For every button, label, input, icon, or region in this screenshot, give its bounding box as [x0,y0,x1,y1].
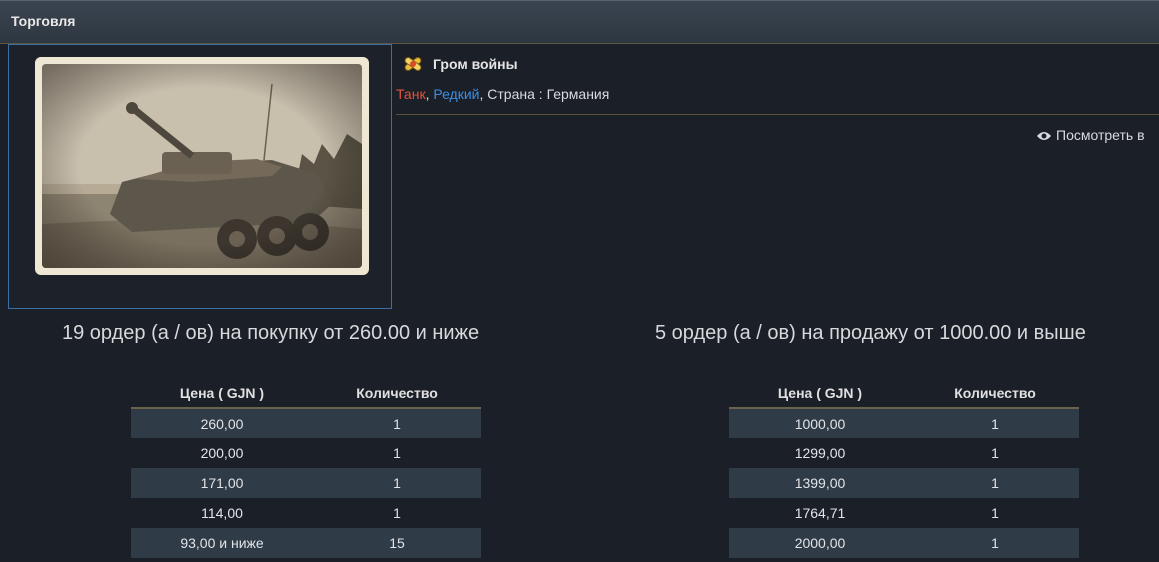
table-header-row: Цена ( GJN ) Количество [131,378,481,409]
table-row: 93,00 и ниже 15 [131,528,481,558]
tag-country: Страна : Германия [487,86,610,102]
buy-orders-table: Цена ( GJN ) Количество 260,00 1 200,00 … [131,378,481,558]
price-cell: 200,00 [200,445,244,461]
table-row: 1000,00 1 [729,408,1079,438]
price-cell: 114,00 [201,505,243,521]
table-row: 1764,71 1 [729,498,1079,528]
sell-orders-heading: 5 ордер (а / ов) на продажу от 1000.00 и… [655,322,1086,344]
table-row: 171,00 1 [131,468,481,498]
price-cell: 171,00 [131,468,313,498]
quantity-cell: 1 [313,468,481,498]
price-column-header: Цена ( GJN ) [131,378,313,409]
quantity-cell: 1 [911,408,1079,438]
price-cell: 1399,00 [729,468,911,498]
buy-orders-heading: 19 ордер (а / ов) на покупку от 260.00 и… [62,322,480,344]
item-header: Гром войны [401,52,518,76]
price-cell: 1299,00 [794,445,846,461]
eye-icon [1036,129,1052,141]
price-cell: 1764,71 [794,505,846,521]
quantity-cell: 1 [393,505,401,521]
quantity-column-header: Количество [911,378,1079,409]
quantity-cell: 1 [991,445,999,461]
sell-orders-table: Цена ( GJN ) Количество 1000,00 1 1299,0… [729,378,1079,558]
quantity-cell: 1 [911,468,1079,498]
table-row: 200,00 1 [131,438,481,468]
item-tags: Танк, Редкий, Страна : Германия [396,86,609,102]
tag-rarity[interactable]: Редкий [433,86,479,102]
crossed-shells-icon [401,52,425,76]
table-row: 2000,00 1 [729,528,1079,558]
quantity-cell: 1 [313,408,481,438]
view-in-label: Посмотреть в [1056,127,1145,143]
table-row: 260,00 1 [131,408,481,438]
price-cell: 260,00 [131,408,313,438]
table-row: 114,00 1 [131,498,481,528]
quantity-cell: 1 [911,528,1079,558]
tag-type[interactable]: Танк [396,86,426,102]
window-title: Торговля [11,13,76,29]
vehicle-image [42,64,362,268]
price-cell: 2000,00 [729,528,911,558]
table-header-row: Цена ( GJN ) Количество [729,378,1079,409]
quantity-cell: 15 [313,528,481,558]
vehicle-photo [35,57,369,275]
window-titlebar[interactable]: Торговля [0,0,1159,44]
price-cell: 1000,00 [729,408,911,438]
price-column-header: Цена ( GJN ) [729,378,911,409]
item-name: Гром войны [433,56,518,72]
view-in-link[interactable]: Посмотреть в [1036,127,1145,143]
divider [396,114,1159,115]
quantity-column-header: Количество [313,378,481,409]
price-cell: 93,00 и ниже [131,528,313,558]
quantity-cell: 1 [991,505,999,521]
table-row: 1299,00 1 [729,438,1079,468]
table-row: 1399,00 1 [729,468,1079,498]
quantity-cell: 1 [393,445,401,461]
item-preview [8,44,392,309]
